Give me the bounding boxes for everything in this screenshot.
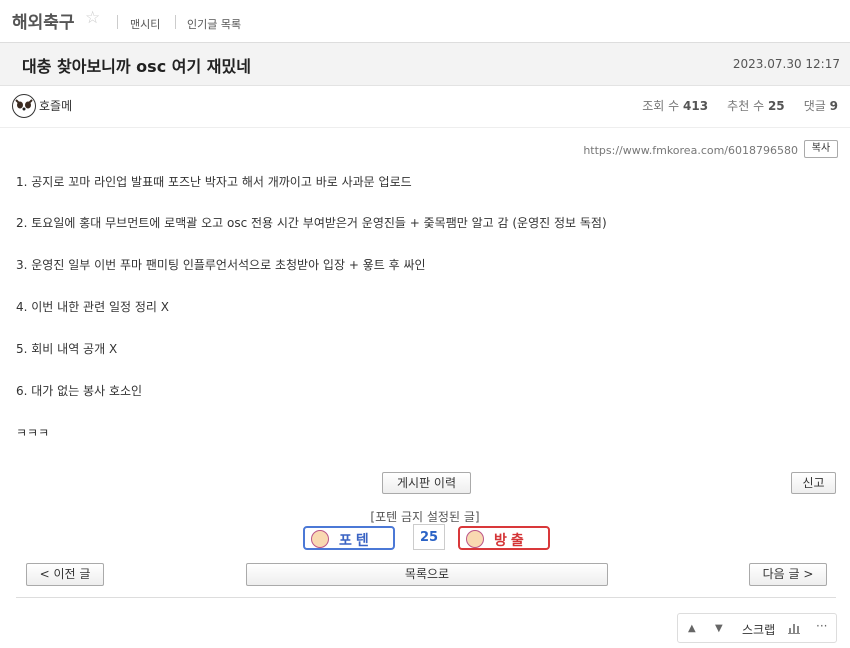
views-count: 413 [683, 99, 709, 113]
divider [175, 15, 176, 29]
post-stats: 조회 수 413 추천 수 25 댓글 9 [642, 97, 838, 114]
poten-notice: [포텐 금지 설정된 글] [370, 510, 480, 524]
post-title-bar: 대충 찾아보니까 osc 여기 재밌네 2023.07.30 12:17 [0, 42, 850, 86]
views-label: 조회 수 [642, 99, 680, 113]
link-mancity[interactable]: 맨시티 [130, 16, 160, 32]
divider [117, 15, 118, 29]
stats-chart-icon[interactable] [788, 622, 800, 637]
more-icon[interactable]: ··· [816, 619, 827, 633]
face-icon [466, 530, 484, 548]
face-icon [311, 530, 329, 548]
star-icon[interactable]: ☆ [85, 8, 100, 28]
vote-count: 25 [413, 524, 445, 550]
scrap-button[interactable]: 스크랩 [742, 621, 775, 638]
link-popular-list[interactable]: 인기글 목록 [187, 16, 241, 32]
avatar[interactable] [12, 94, 36, 118]
body-line: ㅋㅋㅋ [16, 426, 50, 440]
scroll-up-icon[interactable]: ▲ [688, 623, 696, 634]
recommend-count: 25 [767, 99, 785, 113]
post-toolbar: ▲ ▼ 스크랩 ··· [677, 613, 837, 643]
body-line: 1. 공지로 꼬마 라인업 발표때 포즈난 박자고 해서 개까이고 바로 사과문… [16, 175, 412, 189]
recommend-label: 추천 수 [727, 99, 765, 113]
body-line: 6. 대가 없는 봉사 호소인 [16, 384, 143, 398]
copy-url-button[interactable]: 복사 [804, 140, 838, 158]
vote-down-button[interactable]: 방출 [458, 526, 550, 550]
author-name[interactable]: 호즐메 [39, 97, 72, 114]
body-line: 5. 회비 내역 공개 X [16, 342, 118, 356]
body-line: 2. 토요일에 홍대 무브먼트에 로맥괄 오고 osc 전용 시간 부여받은거 … [16, 216, 607, 230]
comments-count: 9 [829, 99, 838, 113]
scroll-down-icon[interactable]: ▼ [715, 623, 723, 634]
post-title: 대충 찾아보니까 osc 여기 재밌네 [22, 57, 251, 76]
vote-down-label: 방출 [494, 533, 528, 549]
comments-label: 댓글 [803, 99, 826, 113]
back-to-list-button[interactable]: 목록으로 [246, 563, 608, 586]
board-title[interactable]: 해외축구 [12, 8, 75, 33]
divider [16, 597, 836, 598]
next-post-button[interactable]: 다음 글 > [749, 563, 827, 586]
vote-up-button[interactable]: 포텐 [303, 526, 395, 550]
prev-post-button[interactable]: < 이전 글 [26, 563, 104, 586]
post-url[interactable]: https://www.fmkorea.com/6018796580 [583, 144, 798, 157]
body-line: 4. 이번 내한 관련 일정 정리 X [16, 300, 169, 314]
board-history-button[interactable]: 게시판 이력 [382, 472, 471, 494]
report-button[interactable]: 신고 [791, 472, 836, 494]
vote-up-label: 포텐 [339, 533, 373, 549]
author-row: 호즐메 조회 수 413 추천 수 25 댓글 9 [0, 85, 850, 128]
post-date: 2023.07.30 12:17 [732, 57, 840, 71]
body-line: 3. 운영진 일부 이번 푸마 팬미팅 인플루언서석으로 초청받아 입장 + 욯… [16, 258, 426, 272]
top-bar: 해외축구 ☆ 맨시티 인기글 목록 [0, 0, 850, 42]
